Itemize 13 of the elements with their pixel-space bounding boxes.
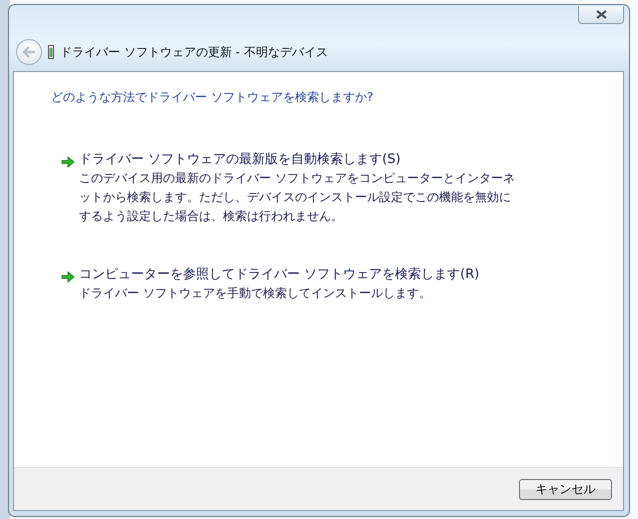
back-arrow-icon — [22, 46, 36, 58]
arrow-icon — [61, 156, 75, 168]
device-icon — [48, 44, 54, 60]
close-button[interactable] — [578, 6, 624, 24]
arrow-icon — [61, 271, 75, 283]
option-link[interactable]: コンピューターを参照してドライバー ソフトウェアを検索します(R) — [79, 266, 515, 284]
option-description: このデバイス用の最新のドライバー ソフトウェアをコンピューターとインターネットから検索します。ただし、デバイスのインストール設定でこの機能を無効にするよう設定した場合は、検索は行われません。 — [79, 170, 515, 225]
option-description: ドライバー ソフトウェアを手動で検索してインストールします。 — [79, 285, 432, 302]
close-icon — [596, 10, 606, 19]
question-text: どのような方法でドライバー ソフトウェアを検索しますか? — [51, 89, 374, 106]
window-title: ドライバー ソフトウェアの更新 - 不明なデバイス — [60, 44, 328, 60]
cancel-button[interactable]: キャンセル — [519, 478, 612, 500]
option-link[interactable]: ドライバー ソフトウェアの最新版を自動検索します(S) — [79, 151, 515, 169]
